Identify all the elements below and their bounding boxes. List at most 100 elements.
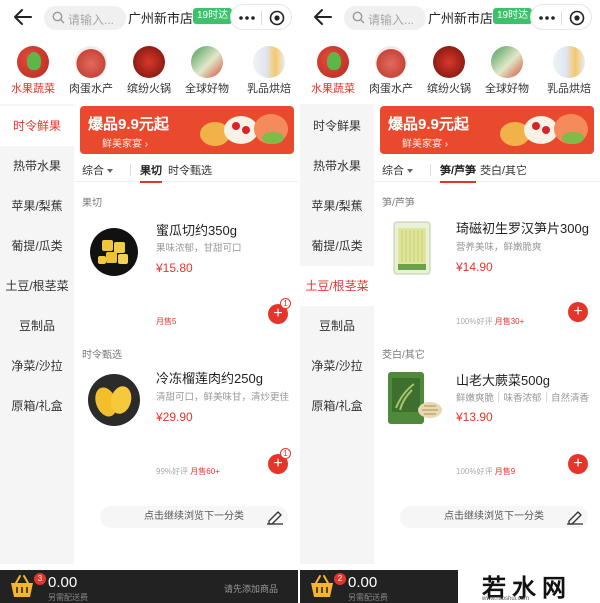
banner-subtitle: 鲜美家宴 ›	[402, 139, 449, 150]
product-meta: 100%好评 月售30+	[456, 316, 524, 327]
product-name[interactable]: 蜜瓜切约350g	[156, 220, 237, 239]
category-image	[17, 46, 49, 78]
category-label: 缤纷火锅	[427, 83, 471, 95]
sort-label: 综合	[382, 165, 404, 177]
delivery-fee-note: 另需配送费	[348, 593, 388, 602]
product-name[interactable]: 琦磁初生罗汉笋片300g	[456, 218, 589, 237]
search-input[interactable]: 请输入...	[44, 6, 126, 30]
category-meat-seafood[interactable]: 肉蛋水产	[60, 42, 122, 98]
sidebar-item-apple-pear[interactable]: 苹果/梨蕉	[300, 186, 374, 226]
edit-pen-icon[interactable]	[266, 509, 284, 525]
monthly-sales: 月售60+	[190, 467, 220, 476]
sidebar-item-apple-pear[interactable]: 苹果/梨蕉	[0, 186, 74, 226]
sidebar-item-salad[interactable]: 净菜/沙拉	[0, 346, 74, 386]
sidebar-item-seasonal-fruit[interactable]: 时令鲜果	[300, 106, 374, 146]
next-category-button[interactable]: 点击继续浏览下一分类	[100, 506, 288, 528]
category-image	[75, 46, 107, 78]
product-price: ¥15.80	[156, 261, 193, 275]
category-strip: 水果蔬菜 肉蛋水产 缤纷火锅 全球好物 乳品烘焙	[0, 42, 300, 98]
cart-total: 0.00	[348, 574, 378, 591]
product-image-bamboo-shoot[interactable]	[384, 218, 444, 278]
sort-dropdown[interactable]: 综合	[82, 162, 113, 178]
back-arrow-icon[interactable]	[12, 6, 34, 28]
more-icon[interactable]	[539, 16, 555, 20]
sidebar-item-potato-root[interactable]: 土豆/根茎菜	[0, 266, 74, 306]
add-to-cart-button[interactable]: +	[568, 302, 588, 322]
category-hotpot[interactable]: 缤纷火锅	[118, 42, 180, 98]
filter-bar: 综合 果切 时令甄选	[74, 158, 300, 183]
product-price: ¥13.90	[456, 410, 493, 424]
product-image-fern[interactable]	[384, 368, 444, 428]
more-icon[interactable]	[239, 16, 255, 20]
tab-subcategory-1[interactable]: 果切	[140, 162, 162, 183]
top-bar: 请输入... 广州新市店 19时达	[0, 0, 300, 36]
sidebar-item-seasonal-fruit[interactable]: 时令鲜果	[0, 106, 74, 146]
sort-dropdown[interactable]: 综合	[382, 162, 413, 178]
rating-text: 100%好评	[456, 317, 493, 326]
tab-subcategory-2[interactable]: 时令甄选	[168, 162, 212, 178]
cart-total: 0.00	[48, 574, 78, 591]
banner-title: 爆品9.9元起	[88, 116, 169, 133]
category-dairy-bakery[interactable]: 乳品烘焙	[238, 42, 300, 98]
sidebar-item-gift-box[interactable]: 原箱/礼盒	[300, 386, 374, 426]
search-input[interactable]: 请输入...	[344, 6, 426, 30]
banner-subtitle: 鲜美家宴 ›	[102, 139, 149, 150]
category-meat-seafood[interactable]: 肉蛋水产	[360, 42, 422, 98]
screenshot: 请输入... 广州新市店 19时达 水果蔬菜 肉蛋水产 缤纷火锅 全球好物 乳品…	[0, 0, 600, 603]
rating-text: 100%好评	[456, 467, 493, 476]
group-title: 果切	[82, 198, 102, 209]
sidebar-item-grape-melon[interactable]: 葡提/瓜类	[300, 226, 374, 266]
tab-subcategory-1[interactable]: 笋/芦笋	[440, 162, 477, 183]
product-image-melon[interactable]	[84, 220, 144, 280]
cart-count-badge: 3	[34, 573, 46, 585]
group-title: 茭白/其它	[382, 350, 425, 361]
product-description: 鲜嫩爽脆｜味香浓郁｜自然清香	[456, 393, 590, 404]
sidebar-item-tofu[interactable]: 豆制品	[300, 306, 374, 346]
store-name[interactable]: 广州新市店	[428, 8, 493, 27]
add-to-cart-button[interactable]: +1	[268, 298, 291, 324]
category-image	[553, 46, 585, 78]
category-dairy-bakery[interactable]: 乳品烘焙	[538, 42, 600, 98]
product-meta: 100%好评 月售9	[456, 466, 515, 477]
sidebar-item-tropical-fruit[interactable]: 热带水果	[300, 146, 374, 186]
category-label: 肉蛋水产	[69, 83, 113, 95]
sidebar-item-grape-melon[interactable]: 葡提/瓜类	[0, 226, 74, 266]
close-miniapp-icon[interactable]	[569, 10, 585, 26]
close-miniapp-icon[interactable]	[269, 10, 285, 26]
promo-banner[interactable]: 爆品9.9元起 鲜美家宴 ›	[80, 106, 294, 154]
sidebar: 时令鲜果 热带水果 苹果/梨蕉 葡提/瓜类 土豆/根茎菜 豆制品 净菜/沙拉 原…	[300, 104, 374, 564]
edit-pen-icon[interactable]	[566, 509, 584, 525]
shopping-basket-icon[interactable]	[308, 574, 336, 600]
category-fruit-veg[interactable]: 水果蔬菜	[2, 42, 64, 98]
sidebar-item-tropical-fruit[interactable]: 热带水果	[0, 146, 74, 186]
store-name[interactable]: 广州新市店	[128, 8, 193, 27]
rating-text: 99%好评	[156, 467, 189, 476]
tab-subcategory-2[interactable]: 茭白/其它	[480, 162, 527, 178]
product-price: ¥14.90	[456, 260, 493, 274]
cart-item-count: 1	[280, 298, 291, 309]
product-name[interactable]: 山老大蕨菜500g	[456, 370, 550, 389]
add-to-cart-button[interactable]: +1	[268, 448, 291, 474]
product-image-durian[interactable]	[84, 368, 144, 428]
sidebar-item-gift-box[interactable]: 原箱/礼盒	[0, 386, 74, 426]
delivery-fee-note: 另需配送费	[48, 593, 88, 602]
sidebar-item-tofu[interactable]: 豆制品	[0, 306, 74, 346]
back-arrow-icon[interactable]	[312, 6, 334, 28]
category-hotpot[interactable]: 缤纷火锅	[418, 42, 480, 98]
category-label: 缤纷火锅	[127, 83, 171, 95]
category-label: 全球好物	[185, 83, 229, 95]
sidebar-item-potato-root[interactable]: 土豆/根茎菜	[300, 266, 374, 306]
category-global-goods[interactable]: 全球好物	[476, 42, 538, 98]
site-watermark: 若水网 www.ruoshui.com	[458, 564, 600, 603]
delivery-badge: 19时达	[493, 8, 533, 24]
shopping-basket-icon[interactable]	[8, 574, 36, 600]
promo-banner[interactable]: 爆品9.9元起 鲜美家宴 ›	[380, 106, 594, 154]
filter-divider	[130, 164, 131, 176]
category-fruit-veg[interactable]: 水果蔬菜	[302, 42, 364, 98]
next-category-button[interactable]: 点击继续浏览下一分类	[400, 506, 588, 528]
category-global-goods[interactable]: 全球好物	[176, 42, 238, 98]
product-name[interactable]: 冷冻榴莲肉约250g	[156, 368, 263, 387]
sidebar-item-salad[interactable]: 净菜/沙拉	[300, 346, 374, 386]
add-to-cart-button[interactable]: +	[568, 454, 588, 474]
search-placeholder: 请输入...	[68, 13, 115, 27]
